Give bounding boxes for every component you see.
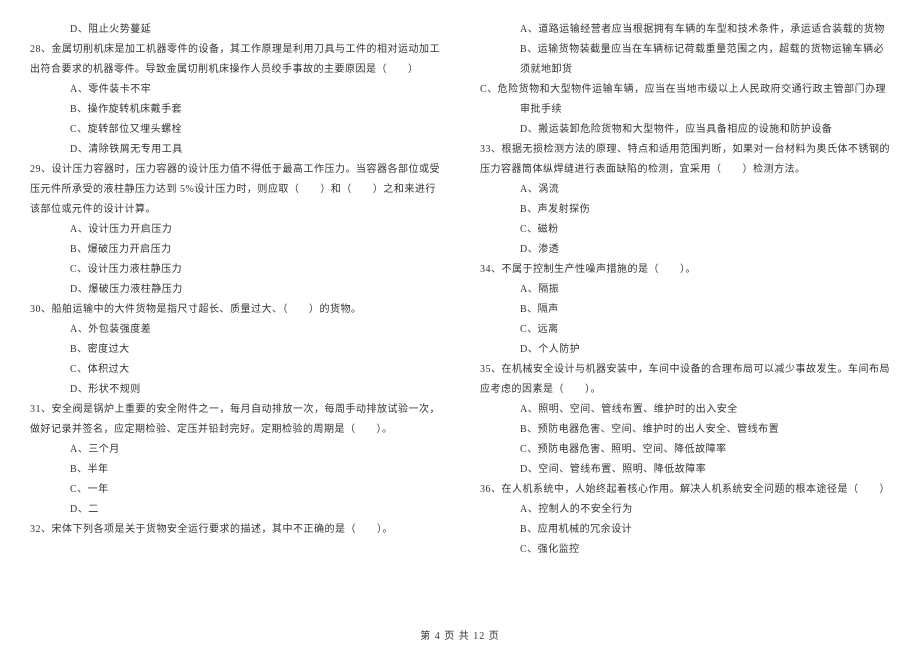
q33-opt-d: D、渗透 [480, 240, 890, 260]
q29-opt-a: A、设计压力开启压力 [30, 220, 440, 240]
q35-opt-d: D、空间、管线布置、照明、降低故障率 [480, 460, 890, 480]
q28-opt-c: C、旋转部位又埋头螺栓 [30, 120, 440, 140]
q36-opt-b: B、应用机械的冗余设计 [480, 520, 890, 540]
q36: 36、在人机系统中，人始终起着核心作用。解决人机系统安全问题的根本途径是（ ） [480, 480, 890, 500]
q28-opt-b: B、操作旋转机床戴手套 [30, 100, 440, 120]
left-column: D、阻止火势蔓延 28、金属切削机床是加工机器零件的设备，其工作原理是利用刀具与… [30, 20, 440, 610]
q30-opt-a: A、外包装强度差 [30, 320, 440, 340]
q32: 32、宋体下列各项是关于货物安全运行要求的描述，其中不正确的是（ ）。 [30, 520, 440, 540]
q35-opt-c: C、预防电器危害、照明、空间、降低故障率 [480, 440, 890, 460]
q29: 29、设计压力容器时，压力容器的设计压力值不得低于最高工作压力。当容器各部位或受… [30, 160, 440, 220]
q36-opt-c: C、强化监控 [480, 540, 890, 560]
q32-opt-c: C、危险货物和大型物件运输车辆，应当在当地市级以上人民政府交通行政主管部门办理审… [480, 80, 890, 120]
q33-opt-a: A、涡流 [480, 180, 890, 200]
q29-opt-b: B、爆破压力开启压力 [30, 240, 440, 260]
q28-opt-d: D、清除铁屑无专用工具 [30, 140, 440, 160]
q30-opt-c: C、体积过大 [30, 360, 440, 380]
q30: 30、船舶运输中的大件货物是指尺寸超长、质量过大、（ ）的货物。 [30, 300, 440, 320]
q30-opt-d: D、形状不规则 [30, 380, 440, 400]
q33: 33、根据无损检测方法的原理、特点和适用范围判断，如果对一台材料为奥氏体不锈钢的… [480, 140, 890, 180]
q35-opt-b: B、预防电器危害、空间、维护时的出人安全、管线布置 [480, 420, 890, 440]
q34-opt-a: A、隔振 [480, 280, 890, 300]
q35-opt-a: A、照明、空间、管线布置、维护时的出入安全 [480, 400, 890, 420]
q32-opt-b: B、运输货物装截量应当在车辆标记荷载重量范围之内，超载的货物运输车辆必须就地卸货 [480, 40, 890, 80]
q31: 31、安全阀是锅炉上重要的安全附件之一，每月自动排放一次，每周手动排放试验一次，… [30, 400, 440, 440]
q31-opt-b: B、半年 [30, 460, 440, 480]
q29-opt-d: D、爆破压力液柱静压力 [30, 280, 440, 300]
q34-opt-c: C、远离 [480, 320, 890, 340]
page-footer: 第 4 页 共 12 页 [0, 627, 920, 642]
q31-opt-c: C、一年 [30, 480, 440, 500]
q35: 35、在机械安全设计与机器安装中，车间中设备的合理布局可以减少事故发生。车间布局… [480, 360, 890, 400]
q28: 28、金属切削机床是加工机器零件的设备，其工作原理是利用刀具与工件的相对运动加工… [30, 40, 440, 80]
q28-opt-a: A、零件装卡不牢 [30, 80, 440, 100]
q33-opt-c: C、磁粉 [480, 220, 890, 240]
q34-opt-b: B、隔声 [480, 300, 890, 320]
q32-opt-d: D、搬运装卸危险货物和大型物件，应当具备相应的设施和防护设备 [480, 120, 890, 140]
q33-opt-b: B、声发射探伤 [480, 200, 890, 220]
q32-opt-a: A、道路运输经营者应当根据拥有车辆的车型和技术条件，承运适合装载的货物 [480, 20, 890, 40]
q34: 34、不属于控制生产性噪声措施的是（ ）。 [480, 260, 890, 280]
q29-opt-c: C、设计压力液柱静压力 [30, 260, 440, 280]
q31-opt-d: D、二 [30, 500, 440, 520]
q31-opt-a: A、三个月 [30, 440, 440, 460]
right-column: A、道路运输经营者应当根据拥有车辆的车型和技术条件，承运适合装载的货物 B、运输… [480, 20, 890, 610]
page-columns: D、阻止火势蔓延 28、金属切削机床是加工机器零件的设备，其工作原理是利用刀具与… [30, 20, 890, 610]
q30-opt-b: B、密度过大 [30, 340, 440, 360]
q36-opt-a: A、控制人的不安全行为 [480, 500, 890, 520]
q34-opt-d: D、个人防护 [480, 340, 890, 360]
q27-opt-d: D、阻止火势蔓延 [30, 20, 440, 40]
